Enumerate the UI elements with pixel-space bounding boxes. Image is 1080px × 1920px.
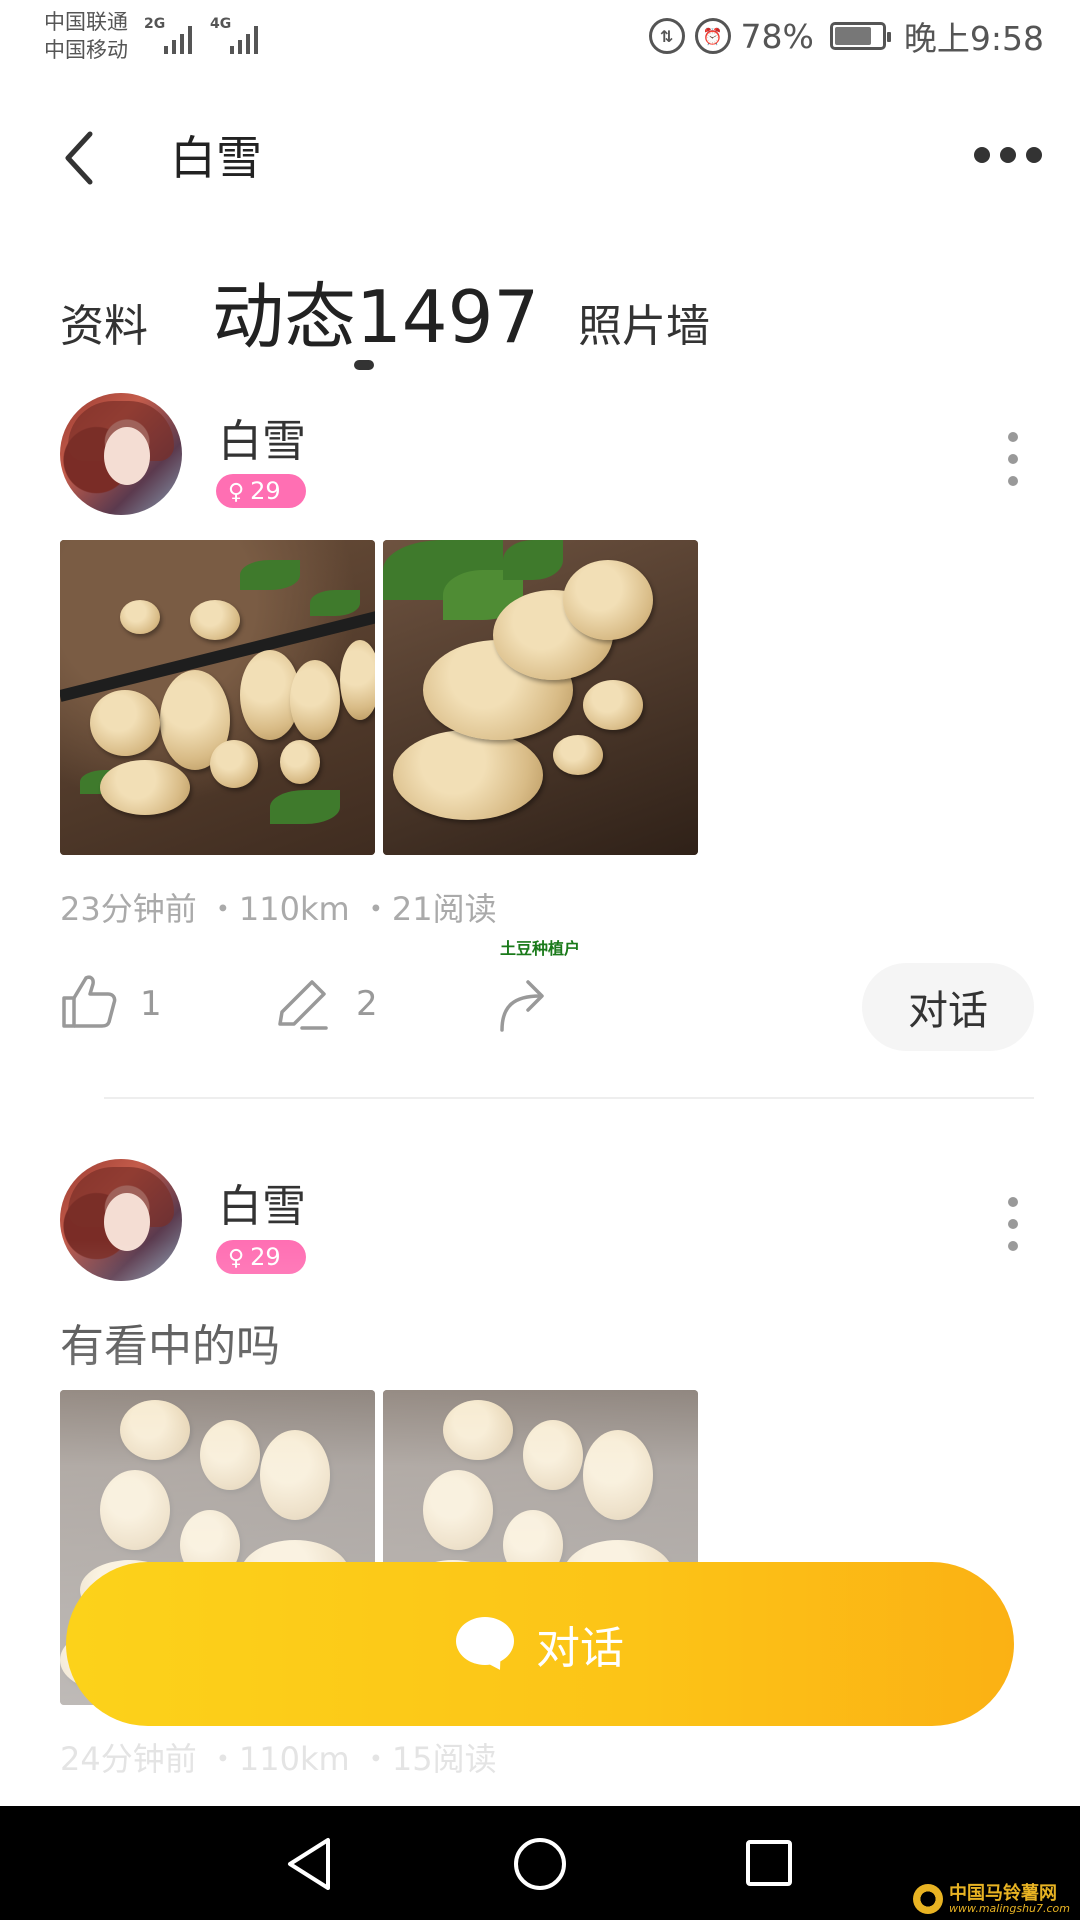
carrier-2: 中国移动 — [44, 38, 128, 62]
alarm-icon: ⏰ — [694, 18, 731, 54]
watermark-name: 中国马铃薯网 — [949, 1882, 1058, 1904]
post-text: 有看中的吗 — [60, 1321, 280, 1372]
site-watermark: 中国马铃薯网 www.malingshu7.com — [913, 1884, 1070, 1914]
page-title: 白雪 — [170, 131, 262, 185]
carrier-info: 中国联通 中国移动 — [44, 8, 128, 64]
overlay-label: 土豆种植户 — [500, 939, 581, 958]
chat-button[interactable]: 对话 — [862, 963, 1034, 1051]
battery-percent: 78% — [740, 16, 814, 56]
tab-feed[interactable]: 动态1497 — [212, 258, 539, 363]
post-username[interactable]: 白雪 — [218, 1170, 306, 1234]
post-photo[interactable] — [383, 540, 698, 855]
floating-chat-button[interactable]: 对话 — [66, 1562, 1014, 1726]
network-2g-label: 2G — [144, 16, 166, 32]
comment-pen-icon[interactable] — [272, 974, 332, 1034]
more-options-icon[interactable] — [974, 147, 1042, 163]
nav-recents-icon[interactable] — [746, 1840, 792, 1886]
share-icon[interactable] — [494, 976, 550, 1034]
nav-home-icon[interactable] — [514, 1838, 566, 1890]
badge-age: 29 — [250, 1243, 281, 1271]
post-more-icon[interactable] — [1008, 1197, 1018, 1251]
clock: 晚上9:58 — [903, 19, 1044, 58]
tab-photo-wall[interactable]: 照片墙 — [578, 290, 710, 354]
female-icon: ♀ — [228, 480, 245, 505]
back-arrow-icon[interactable] — [60, 128, 98, 188]
badge-age: 29 — [250, 477, 281, 505]
active-tab-indicator — [354, 360, 374, 370]
watermark-url: www.malingshu7.com — [949, 1901, 1070, 1915]
gender-age-badge: ♀ 29 — [216, 474, 306, 508]
divider — [104, 1097, 1034, 1099]
post-username[interactable]: 白雪 — [218, 405, 306, 469]
logo-icon — [913, 1884, 944, 1914]
floating-chat-label: 对话 — [536, 1623, 624, 1674]
post-meta: 24分钟前 ・110km ・15阅读 — [60, 1740, 497, 1778]
female-icon: ♀ — [228, 1246, 245, 1271]
tab-profile[interactable]: 资料 — [60, 290, 148, 354]
avatar[interactable] — [60, 1159, 182, 1281]
chat-bubble-icon — [456, 1617, 514, 1675]
post-meta: 23分钟前 ・110km ・21阅读 — [60, 890, 497, 928]
comment-count: 2 — [356, 984, 378, 1024]
battery-level — [834, 27, 871, 45]
system-nav-bar: 中国马铃薯网 www.malingshu7.com — [0, 1806, 1080, 1920]
gender-age-badge: ♀ 29 — [216, 1240, 306, 1274]
like-count: 1 — [140, 984, 162, 1024]
avatar[interactable] — [60, 393, 182, 515]
post-more-icon[interactable] — [1008, 432, 1018, 486]
signal-4g-icon: 4G — [210, 16, 270, 54]
data-saver-icon: ⇅ — [648, 18, 685, 54]
nav-back-icon[interactable] — [284, 1836, 334, 1892]
battery-icon — [829, 22, 891, 50]
post-photo[interactable] — [60, 540, 375, 855]
signal-2g-icon: 2G — [144, 16, 200, 54]
like-icon[interactable] — [60, 972, 118, 1030]
network-4g-label: 4G — [210, 16, 232, 32]
status-right: ⇅ ⏰ 78% 晚上9:58 — [648, 14, 1044, 58]
status-bar: 中国联通 中国移动 2G 4G ⇅ ⏰ 78% 晚上9:58 — [0, 0, 1080, 80]
carrier-1: 中国联通 — [44, 10, 128, 34]
